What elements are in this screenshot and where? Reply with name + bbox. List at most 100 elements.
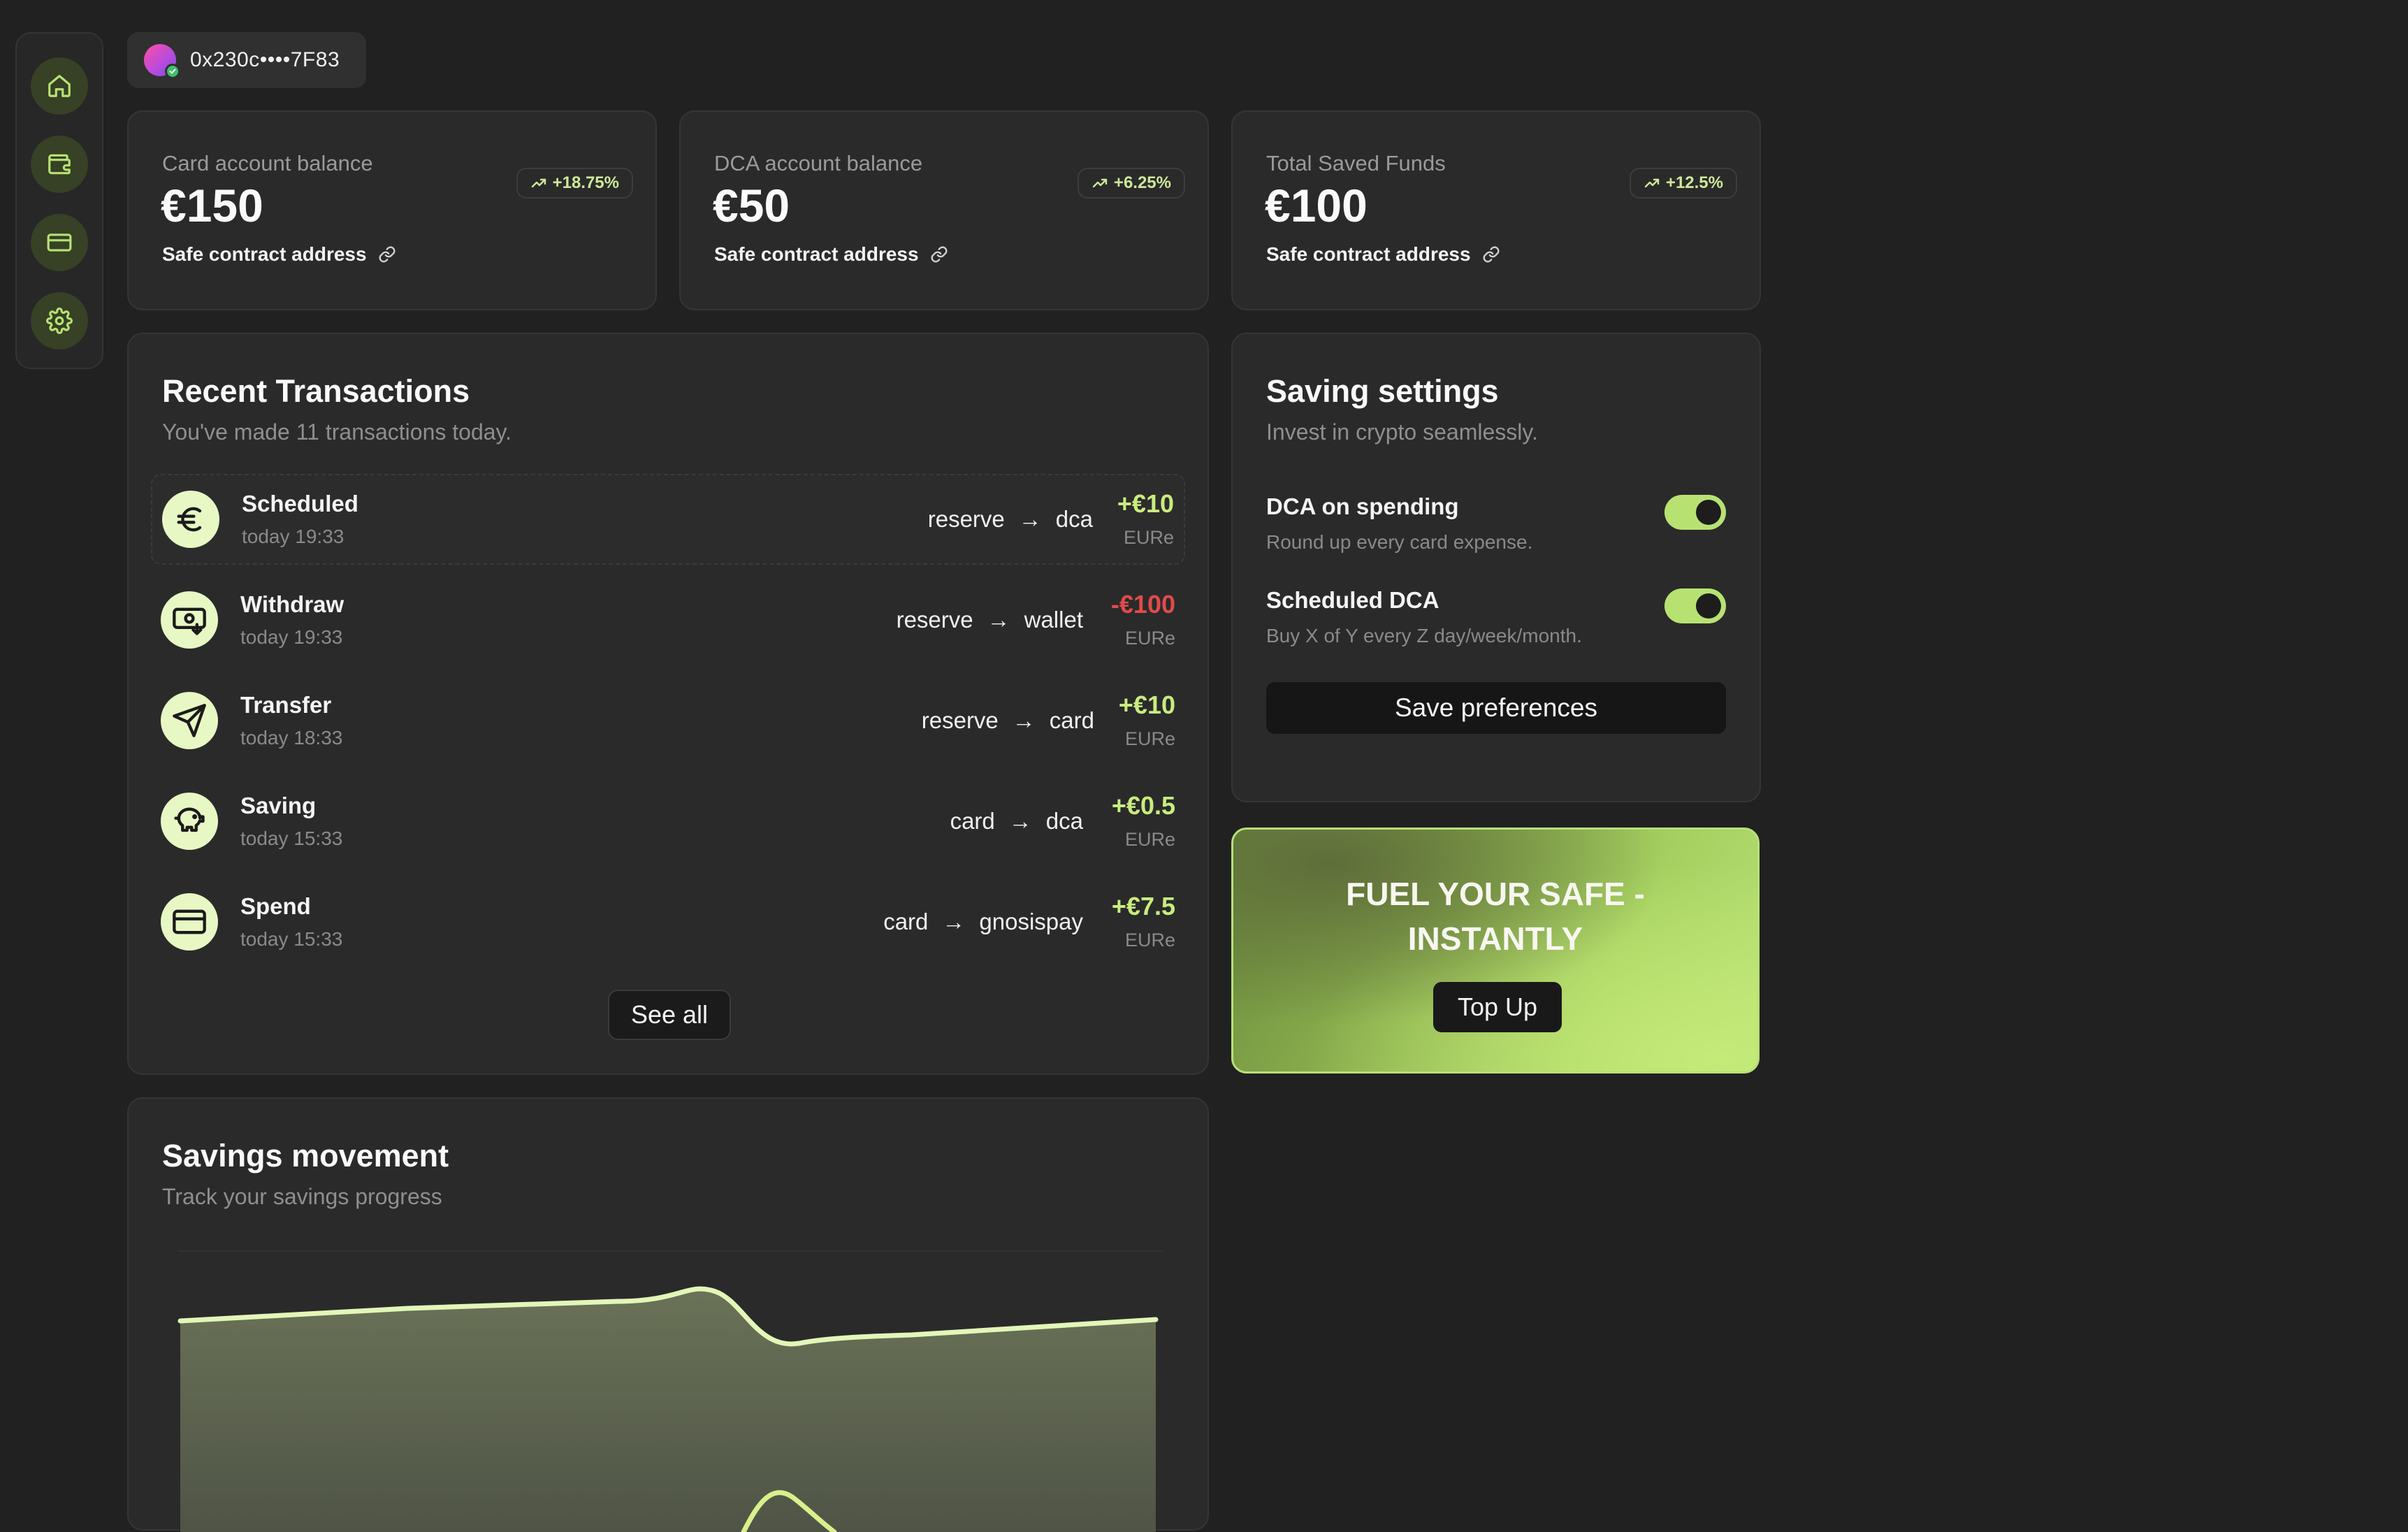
wallet-address-button[interactable]: 0x230c••••7F83 bbox=[127, 32, 366, 88]
transaction-title: Transfer bbox=[240, 692, 332, 718]
route-to: dca bbox=[1045, 808, 1083, 834]
nav-home-button[interactable] bbox=[31, 57, 88, 115]
link-icon bbox=[379, 246, 396, 263]
savings-chart bbox=[177, 1250, 1163, 1532]
transaction-time: today 19:33 bbox=[242, 526, 344, 547]
transaction-currency: EURe bbox=[1124, 829, 1175, 850]
top-up-promo: FUEL YOUR SAFE - INSTANTLY Top Up bbox=[1231, 828, 1760, 1074]
transaction-title: Scheduled bbox=[242, 491, 358, 516]
piggy-bank-icon bbox=[161, 793, 218, 850]
route-to: gnosispay bbox=[979, 909, 1083, 934]
wallet-address: 0x230c••••7F83 bbox=[190, 48, 340, 71]
arrow-right-icon: → bbox=[942, 909, 966, 934]
safe-contract-link[interactable]: Safe contract address bbox=[714, 243, 948, 266]
total-saved-card: Total Saved Funds €100 +12.5% Safe contr… bbox=[1231, 110, 1761, 310]
safe-contract-link[interactable]: Safe contract address bbox=[1266, 243, 1500, 266]
verified-check-icon bbox=[165, 64, 180, 79]
transaction-amount: +€7.5 bbox=[1111, 892, 1175, 920]
gear-icon bbox=[46, 308, 73, 334]
top-up-button[interactable]: Top Up bbox=[1433, 982, 1562, 1032]
avatar bbox=[144, 44, 180, 79]
savings-area bbox=[180, 1289, 1156, 1532]
safe-contract-label: Safe contract address bbox=[714, 243, 919, 265]
scheduled-dca-toggle[interactable] bbox=[1664, 588, 1726, 623]
route-to: dca bbox=[1055, 506, 1093, 532]
section-title: Saving settings bbox=[1266, 373, 1499, 409]
toggle-knob bbox=[1696, 500, 1721, 525]
transaction-route: card → gnosispay bbox=[883, 909, 1083, 935]
change-value: +12.5% bbox=[1665, 173, 1723, 192]
dca-on-spending-toggle[interactable] bbox=[1664, 495, 1726, 530]
transaction-time: today 19:33 bbox=[240, 626, 343, 648]
change-value: +6.25% bbox=[1113, 173, 1171, 192]
transaction-row[interactable]: Transfer today 18:33 reserve → card +€10… bbox=[151, 677, 1185, 767]
transaction-row[interactable]: Withdraw today 19:33 reserve → wallet -€… bbox=[151, 576, 1185, 667]
transaction-time: today 15:33 bbox=[240, 828, 343, 849]
trending-up-icon bbox=[531, 178, 546, 188]
transaction-route: reserve → wallet bbox=[897, 607, 1083, 633]
route-from: card bbox=[883, 909, 929, 934]
transaction-row[interactable]: Saving today 15:33 card → dca +€0.5 EURe bbox=[151, 777, 1185, 868]
trending-up-icon bbox=[1644, 178, 1660, 188]
pref-description: Round up every card expense. bbox=[1266, 531, 1533, 553]
transaction-currency: EURe bbox=[1123, 527, 1174, 548]
balance-label: Total Saved Funds bbox=[1266, 151, 1446, 175]
balance-value: €100 bbox=[1265, 180, 1368, 231]
transaction-time: today 15:33 bbox=[240, 928, 343, 950]
transaction-title: Spend bbox=[240, 893, 311, 919]
section-title: Recent Transactions bbox=[162, 373, 470, 409]
transaction-route: card → dca bbox=[950, 808, 1083, 834]
route-from: reserve bbox=[927, 506, 1005, 532]
route-from: reserve bbox=[921, 707, 999, 733]
nav-card-button[interactable] bbox=[31, 214, 88, 271]
home-icon bbox=[48, 75, 71, 97]
arrow-right-icon: → bbox=[1018, 506, 1042, 532]
change-badge: +18.75% bbox=[516, 168, 633, 198]
transaction-amount: -€100 bbox=[1110, 590, 1175, 619]
saving-settings-card: Saving settings Invest in crypto seamles… bbox=[1231, 333, 1761, 802]
sidebar bbox=[15, 32, 103, 369]
promo-title: FUEL YOUR SAFE - INSTANTLY bbox=[1346, 876, 1645, 957]
safe-contract-link[interactable]: Safe contract address bbox=[162, 243, 396, 266]
save-preferences-button[interactable]: Save preferences bbox=[1266, 682, 1726, 734]
transaction-currency: EURe bbox=[1124, 728, 1175, 749]
trending-up-icon bbox=[1092, 178, 1108, 188]
transaction-row[interactable]: Scheduled today 19:33 reserve → dca +€10… bbox=[151, 474, 1185, 565]
arrow-right-icon: → bbox=[1008, 808, 1032, 834]
section-subtitle: Invest in crypto seamlessly. bbox=[1266, 419, 1538, 445]
recent-transactions-card: Recent Transactions You've made 11 trans… bbox=[127, 333, 1209, 1075]
transaction-amount: +€10 bbox=[1118, 691, 1175, 719]
link-icon bbox=[1483, 246, 1500, 263]
transaction-row[interactable]: Spend today 15:33 card → gnosispay +€7.5… bbox=[151, 878, 1185, 969]
route-to: wallet bbox=[1024, 607, 1083, 633]
see-all-button[interactable]: See all bbox=[608, 990, 731, 1040]
transaction-currency: EURe bbox=[1124, 628, 1175, 649]
nav-settings-button[interactable] bbox=[31, 292, 88, 349]
savings-movement-card: Savings movement Track your savings prog… bbox=[127, 1097, 1209, 1532]
balance-value: €150 bbox=[161, 180, 263, 231]
route-from: card bbox=[950, 808, 995, 834]
credit-card-icon bbox=[47, 233, 72, 252]
pref-description: Buy X of Y every Z day/week/month. bbox=[1266, 625, 1582, 646]
transaction-amount: +€10 bbox=[1117, 489, 1174, 518]
nav-wallet-button[interactable] bbox=[31, 136, 88, 193]
arrow-right-icon: → bbox=[987, 607, 1010, 633]
balance-label: DCA account balance bbox=[714, 151, 923, 175]
pref-title: DCA on spending bbox=[1266, 493, 1459, 519]
transaction-amount: +€0.5 bbox=[1111, 791, 1175, 820]
toggle-knob bbox=[1696, 593, 1721, 619]
route-from: reserve bbox=[896, 607, 973, 633]
arrow-right-icon: → bbox=[1012, 707, 1036, 733]
safe-contract-label: Safe contract address bbox=[162, 243, 367, 265]
change-value: +18.75% bbox=[552, 173, 619, 192]
safe-contract-label: Safe contract address bbox=[1266, 243, 1471, 265]
card-balance-card: Card account balance €150 +18.75% Safe c… bbox=[127, 110, 657, 310]
change-badge: +6.25% bbox=[1077, 168, 1185, 198]
wallet-icon bbox=[48, 154, 71, 175]
withdraw-icon bbox=[161, 591, 218, 649]
credit-card-icon bbox=[161, 893, 218, 951]
transaction-route: reserve → dca bbox=[928, 506, 1093, 533]
link-icon bbox=[931, 246, 948, 263]
change-badge: +12.5% bbox=[1629, 168, 1737, 198]
section-subtitle: You've made 11 transactions today. bbox=[162, 419, 512, 445]
